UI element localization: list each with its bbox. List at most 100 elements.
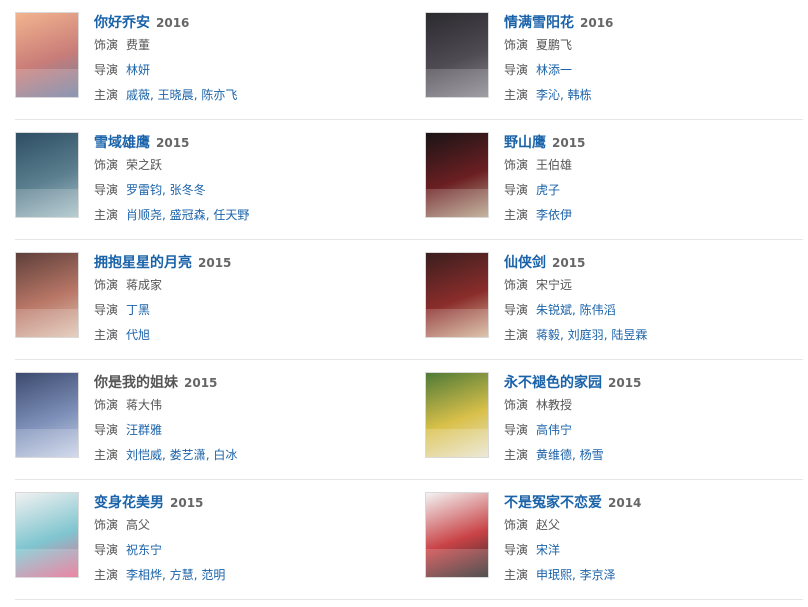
person-link[interactable]: 陈伟滔 xyxy=(580,303,616,317)
person-link[interactable]: 祝东宁 xyxy=(126,543,162,557)
drama-title[interactable]: 野山鹰 xyxy=(504,135,546,151)
person-link[interactable]: 蒋毅 xyxy=(536,328,560,342)
cast-label: 主演 xyxy=(94,328,119,342)
drama-title[interactable]: 你好乔安 xyxy=(94,15,150,31)
person-link[interactable]: 汪群雅 xyxy=(126,423,162,437)
poster-image[interactable] xyxy=(15,372,79,458)
person-link[interactable]: 申珉熙 xyxy=(536,568,572,582)
director-links: 高伟宁 xyxy=(536,423,572,437)
title-line: 拥抱星星的月亮 2015 xyxy=(94,252,231,272)
role-value: 荣之跃 xyxy=(126,158,163,172)
person-link[interactable]: 李京泽 xyxy=(580,568,616,582)
person-link[interactable]: 高伟宁 xyxy=(536,423,572,437)
person-link[interactable]: 李依伊 xyxy=(536,208,572,222)
role-label: 饰演 xyxy=(504,518,529,532)
drama-title[interactable]: 情满雪阳花 xyxy=(504,15,574,31)
filmography-item: 你好乔安 2016 饰演 费董 导演 林妍 主演 戚薇, 王晓晨, 陈亦飞 xyxy=(15,0,425,120)
role-label: 饰演 xyxy=(504,278,529,292)
title-line: 情满雪阳花 2016 xyxy=(504,12,613,32)
role-value: 赵父 xyxy=(536,518,561,532)
person-link[interactable]: 范明 xyxy=(201,568,225,582)
person-link[interactable]: 杨雪 xyxy=(580,448,604,462)
poster-image[interactable] xyxy=(425,132,489,218)
cast-label: 主演 xyxy=(504,88,529,102)
drama-title[interactable]: 不是冤家不恋爱 xyxy=(504,495,602,511)
cast-row: 主演 肖顺尧, 盛冠森, 任天野 xyxy=(94,204,249,227)
name-separator: , xyxy=(560,328,568,342)
role-row: 饰演 夏鹏飞 xyxy=(504,34,613,57)
cast-row: 主演 李沁, 韩栋 xyxy=(504,84,613,107)
poster-title-band xyxy=(16,69,78,97)
filmography-item: 变身花美男 2015 饰演 高父 导演 祝东宁 主演 李相烨, 方慧, 范明 xyxy=(15,480,425,600)
poster-image[interactable] xyxy=(425,372,489,458)
director-links: 朱锐斌, 陈伟滔 xyxy=(536,303,616,317)
director-row: 导演 虎子 xyxy=(504,179,585,202)
name-separator: , xyxy=(162,183,170,197)
person-link[interactable]: 朱锐斌 xyxy=(536,303,572,317)
person-link[interactable]: 罗雷钧 xyxy=(126,183,162,197)
person-link[interactable]: 白冰 xyxy=(213,448,237,462)
poster-title-band xyxy=(426,189,488,217)
role-label: 饰演 xyxy=(94,518,119,532)
filmography-item: 你是我的姐妹 2015 饰演 蒋大伟 导演 汪群雅 主演 刘恺威, 娄艺潇, 白冰 xyxy=(15,360,425,480)
director-row: 导演 罗雷钧, 张冬冬 xyxy=(94,179,249,202)
person-link[interactable]: 肖顺尧 xyxy=(126,208,162,222)
drama-title[interactable]: 雪域雄鹰 xyxy=(94,135,150,151)
person-link[interactable]: 王晓晨 xyxy=(158,88,194,102)
title-line: 不是冤家不恋爱 2014 xyxy=(504,492,641,512)
person-link[interactable]: 陈亦飞 xyxy=(201,88,237,102)
director-links: 虎子 xyxy=(536,183,560,197)
person-link[interactable]: 黄维德 xyxy=(536,448,572,462)
person-link[interactable]: 刘恺威 xyxy=(126,448,162,462)
drama-year: 2016 xyxy=(156,16,190,30)
person-link[interactable]: 宋洋 xyxy=(536,543,560,557)
person-link[interactable]: 娄艺潇 xyxy=(170,448,206,462)
person-link[interactable]: 张冬冬 xyxy=(170,183,206,197)
person-link[interactable]: 林妍 xyxy=(126,63,150,77)
poster-title-band xyxy=(16,309,78,337)
poster-title-band xyxy=(16,189,78,217)
filmography-item: 野山鹰 2015 饰演 王伯雄 导演 虎子 主演 李依伊 xyxy=(425,120,803,240)
person-link[interactable]: 代旭 xyxy=(126,328,150,342)
person-link[interactable]: 李相烨 xyxy=(126,568,162,582)
poster-title-band xyxy=(426,549,488,577)
poster-title-band xyxy=(16,429,78,457)
drama-title[interactable]: 拥抱星星的月亮 xyxy=(94,255,192,271)
poster-image[interactable] xyxy=(15,12,79,98)
director-row: 导演 汪群雅 xyxy=(94,419,237,442)
director-label: 导演 xyxy=(94,543,119,557)
poster-image[interactable] xyxy=(15,132,79,218)
filmography-item: 情满雪阳花 2016 饰演 夏鹏飞 导演 林添一 主演 李沁, 韩栋 xyxy=(425,0,803,120)
person-link[interactable]: 韩栋 xyxy=(568,88,592,102)
person-link[interactable]: 盛冠森 xyxy=(170,208,206,222)
person-link[interactable]: 陆昱霖 xyxy=(611,328,647,342)
person-link[interactable]: 任天野 xyxy=(213,208,249,222)
person-link[interactable]: 刘庭羽 xyxy=(568,328,604,342)
drama-title[interactable]: 仙侠剑 xyxy=(504,255,546,271)
poster-image[interactable] xyxy=(425,12,489,98)
drama-title[interactable]: 变身花美男 xyxy=(94,495,164,511)
cast-row: 主演 蒋毅, 刘庭羽, 陆昱霖 xyxy=(504,324,647,347)
role-row: 饰演 林教授 xyxy=(504,394,641,417)
director-row: 导演 林妍 xyxy=(94,59,237,82)
cast-label: 主演 xyxy=(94,568,119,582)
person-link[interactable]: 方慧 xyxy=(170,568,194,582)
cast-row: 主演 李相烨, 方慧, 范明 xyxy=(94,564,225,587)
person-link[interactable]: 丁黑 xyxy=(126,303,150,317)
role-value: 林教授 xyxy=(536,398,573,412)
title-line: 你好乔安 2016 xyxy=(94,12,237,32)
poster-image[interactable] xyxy=(15,252,79,338)
poster-image[interactable] xyxy=(425,252,489,338)
poster-image[interactable] xyxy=(425,492,489,578)
role-value: 宋宁远 xyxy=(536,278,573,292)
poster-image[interactable] xyxy=(15,492,79,578)
director-label: 导演 xyxy=(504,63,529,77)
person-link[interactable]: 林添一 xyxy=(536,63,572,77)
cast-row: 主演 李依伊 xyxy=(504,204,585,227)
drama-year: 2015 xyxy=(552,136,586,150)
person-link[interactable]: 戚薇 xyxy=(126,88,150,102)
drama-title[interactable]: 永不褪色的家园 xyxy=(504,375,602,391)
person-link[interactable]: 虎子 xyxy=(536,183,560,197)
person-link[interactable]: 李沁 xyxy=(536,88,560,102)
poster-title-band xyxy=(426,69,488,97)
